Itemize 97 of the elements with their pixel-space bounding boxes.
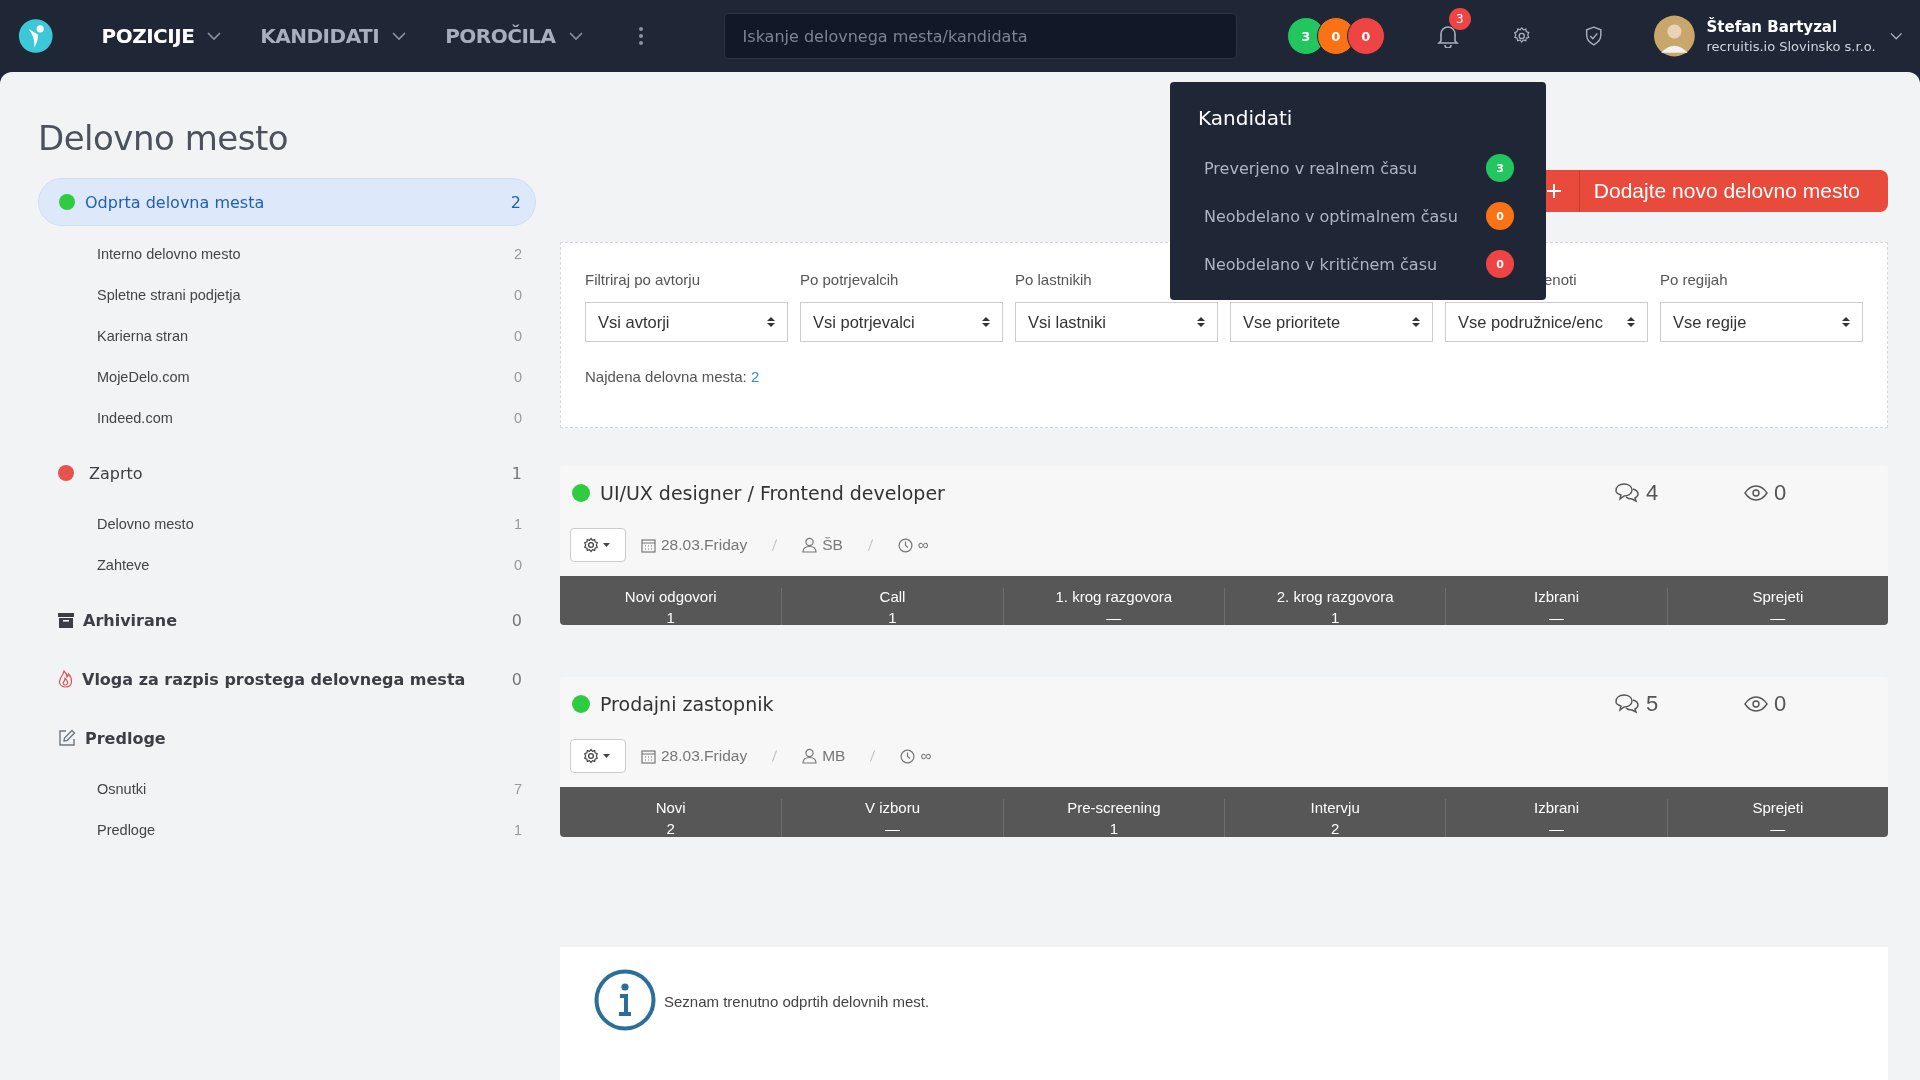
clock-icon bbox=[900, 749, 916, 764]
nav-tab[interactable]: POROČILA bbox=[445, 24, 584, 48]
calendar-icon bbox=[641, 749, 656, 764]
sidebar-item[interactable]: Zaprto 1 bbox=[38, 450, 536, 496]
pipeline-stage[interactable]: Sprejeti — bbox=[1666, 799, 1888, 837]
chevron-down-icon bbox=[391, 31, 408, 41]
eye-icon bbox=[1744, 696, 1768, 713]
owner-initials: MB bbox=[822, 747, 846, 766]
results-count: Najdena delovna mesta: 2 bbox=[585, 368, 761, 385]
chevron-down-icon bbox=[206, 31, 223, 41]
sidebar-subitem[interactable]: Spletne strani podjetja 0 bbox=[38, 274, 536, 315]
filter-select[interactable]: Vse prioritete bbox=[1230, 302, 1433, 342]
sidebar-subitem[interactable]: Indeed.com 0 bbox=[38, 397, 536, 438]
sort-arrows-icon bbox=[1412, 316, 1420, 328]
pipeline-stage[interactable]: Novi 2 bbox=[560, 799, 782, 837]
info-icon bbox=[594, 968, 656, 1031]
pipeline-stage[interactable]: Izbrani — bbox=[1445, 588, 1667, 626]
sidebar-subitem[interactable]: Interno delovno mesto 2 bbox=[38, 233, 536, 274]
date-text: 28.03.Friday bbox=[661, 747, 748, 766]
more-icon[interactable] bbox=[637, 26, 644, 46]
sidebar-subitem[interactable]: Predloge 1 bbox=[38, 809, 536, 850]
comments-icon bbox=[1614, 693, 1640, 716]
edit-icon bbox=[58, 729, 76, 747]
archive-icon bbox=[58, 612, 74, 628]
sidebar-subitem[interactable]: Karierna stran 0 bbox=[38, 315, 536, 356]
pipeline-stage[interactable]: Pre-screening 1 bbox=[1002, 799, 1224, 837]
search-field[interactable]: Iskanje delovnega mesta/kandidata bbox=[723, 13, 1237, 59]
sort-arrows-icon bbox=[982, 316, 990, 328]
avatar[interactable] bbox=[1653, 13, 1695, 59]
flame-icon bbox=[58, 670, 73, 688]
pipeline-stage[interactable]: V izboru — bbox=[781, 799, 1003, 837]
nav-tab[interactable]: POZICIJE bbox=[101, 24, 223, 48]
job-title[interactable]: UI/UX designer / Frontend developer bbox=[600, 482, 1614, 504]
sidebar-subitem[interactable]: Osnutki 7 bbox=[38, 768, 536, 809]
pipeline-stage[interactable]: 2. krog razgovora 1 bbox=[1224, 588, 1446, 626]
chevron-down-icon bbox=[567, 31, 584, 41]
filter-label: Po lastnikih bbox=[1015, 271, 1092, 289]
view-count: 0 bbox=[1774, 480, 1787, 506]
user-icon bbox=[802, 748, 818, 765]
filter-select[interactable]: Vse regije bbox=[1660, 302, 1863, 342]
filter-select[interactable]: Vsi potrjevalci bbox=[800, 302, 1003, 342]
sidebar-subitem[interactable]: Zahteve 0 bbox=[38, 544, 536, 585]
view-count: 0 bbox=[1774, 691, 1787, 718]
comments-icon bbox=[1614, 482, 1640, 504]
sort-arrows-icon bbox=[1627, 316, 1635, 328]
sidebar-item[interactable]: Predloge bbox=[38, 715, 536, 761]
company-name: recruitis.io Slovinsko s.r.o. bbox=[1706, 39, 1876, 54]
user-icon bbox=[802, 537, 818, 553]
filter-select[interactable]: Vse podružnice/enc bbox=[1445, 302, 1648, 342]
sidebar-subitem[interactable]: MojeDelo.com 0 bbox=[38, 356, 536, 397]
filter-label: Filtriraj po avtorju bbox=[585, 271, 701, 289]
shield-icon[interactable] bbox=[1584, 24, 1604, 48]
user-name: Štefan Bartyzal bbox=[1706, 18, 1839, 36]
filter-label: Po potrjevalcih bbox=[800, 271, 899, 289]
calendar-icon bbox=[641, 537, 656, 553]
gear-icon bbox=[583, 748, 613, 765]
sort-arrows-icon bbox=[767, 316, 775, 328]
plus-icon[interactable] bbox=[1546, 184, 1561, 198]
sidebar-item[interactable]: Odprta delovna mesta 2 bbox=[38, 178, 536, 226]
sidebar-subitem[interactable]: Delovno mesto 1 bbox=[38, 503, 536, 544]
filter-select[interactable]: Vsi avtorji bbox=[585, 302, 788, 342]
page-title: Delovno mesto bbox=[38, 118, 289, 158]
sort-arrows-icon bbox=[1197, 316, 1205, 328]
pipeline-stage[interactable]: Izbrani — bbox=[1445, 799, 1667, 837]
pipeline-stage[interactable]: Novi odgovori 1 bbox=[560, 588, 782, 626]
sidebar-item[interactable]: Arhivirane 0 bbox=[38, 597, 536, 643]
gear-icon bbox=[583, 537, 613, 553]
logo-icon[interactable] bbox=[18, 16, 54, 56]
filter-select[interactable]: Vsi lastniki bbox=[1015, 302, 1218, 342]
settings-dropdown-button[interactable] bbox=[570, 528, 626, 562]
pipeline-stage[interactable]: 1. krog razgovora — bbox=[1002, 588, 1224, 626]
filter-label: Po regijah bbox=[1660, 271, 1728, 289]
info-text: Seznam trenutno odprtih delovnih mest. bbox=[664, 992, 930, 1010]
notification-badge: 3 bbox=[1448, 8, 1471, 30]
owner-initials: ŠB bbox=[822, 536, 843, 554]
deadline-text: ∞ bbox=[917, 536, 929, 554]
eye-icon bbox=[1744, 485, 1768, 501]
counter-badge[interactable]: 0 bbox=[1346, 17, 1385, 55]
job-title[interactable]: Prodajni zastopnik bbox=[600, 693, 1614, 716]
popover-title: Kandidati bbox=[1198, 106, 1293, 130]
popover-item[interactable]: Neobdelano v optimalnem času 0 bbox=[1198, 192, 1514, 240]
sort-arrows-icon bbox=[1842, 316, 1850, 328]
popover-item[interactable]: Preverjeno v realnem času 3 bbox=[1198, 144, 1514, 192]
chevron-down-icon[interactable] bbox=[1889, 31, 1902, 41]
clock-icon bbox=[897, 537, 913, 553]
sidebar-item[interactable]: Vloga za razpis prostega delovnega mesta 0 bbox=[38, 656, 536, 702]
comment-count: 4 bbox=[1646, 480, 1659, 506]
pipeline-stage[interactable]: Call 1 bbox=[781, 588, 1003, 626]
bell-icon[interactable] bbox=[1436, 24, 1459, 48]
settings-dropdown-button[interactable] bbox=[570, 739, 626, 774]
pipeline-stage[interactable]: Sprejeti — bbox=[1666, 588, 1888, 626]
date-text: 28.03.Friday bbox=[661, 536, 748, 554]
nav-tab[interactable]: KANDIDATI bbox=[260, 24, 408, 48]
popover-item[interactable]: Neobdelano v kritičnem času 0 bbox=[1198, 240, 1514, 288]
pipeline-stage[interactable]: Intervju 2 bbox=[1224, 799, 1446, 837]
comment-count: 5 bbox=[1646, 691, 1659, 718]
deadline-text: ∞ bbox=[920, 747, 932, 766]
